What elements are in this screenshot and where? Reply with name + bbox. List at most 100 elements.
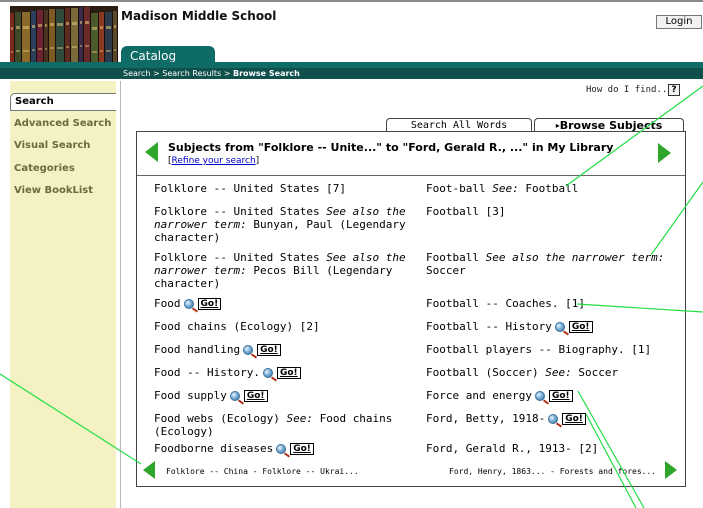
next-page-arrow-icon[interactable] [658,143,671,163]
prev-page-arrow-icon[interactable] [145,142,158,162]
subject-entry[interactable]: Foot-ball See: Football [426,182,578,195]
book-spine [113,11,118,62]
subject-entry-line: Food -- History. Go! [154,366,301,379]
subject-entry-line: character) [154,231,221,244]
subject-entry-line: Ford, Gerald R., 1913- [2] [426,442,599,455]
next-range-arrow-icon[interactable] [665,461,677,479]
prev-range-arrow-icon[interactable] [143,461,155,479]
sidebar-item-categories[interactable]: Categories [14,163,75,174]
library-books-logo-image [10,6,118,62]
subject-entry-line: character) [154,277,221,290]
subject-entry-line: Foodborne diseases Go! [154,442,314,455]
subject-entry-line: Force and energy Go! [426,389,573,402]
subject-entry[interactable]: Football See also the narrower term: Socc… [426,251,664,277]
subject-entry-line: Food webs (Ecology) See: Food chains [154,412,393,425]
book-spine [21,11,31,62]
subject-entry[interactable]: Football players -- Biography. [1] [426,343,651,356]
subject-entry-line: Foot-ball See: Football [426,182,579,195]
subject-entry[interactable]: Football -- Coaches. [1] [426,297,585,310]
subject-entry[interactable]: Football -- History Go! [426,320,593,333]
go-button[interactable]: Go! [243,344,281,356]
subject-entry[interactable]: Folklore -- United States See also the na… [154,251,406,290]
sidebar-item-view-booklist[interactable]: View BookList [14,185,93,196]
subject-entry-line: Food supply Go! [154,389,268,402]
subject-entry-line: Folklore -- United States See also the [154,251,406,264]
go-button[interactable]: Go! [183,298,222,310]
subject-entry-line: Folklore -- United States [7] [154,182,347,195]
top-border-line [0,0,703,2]
subject-entry-line: Soccer [426,264,466,277]
sidebar-item-advanced-search[interactable]: Advanced Search [14,118,111,129]
go-button[interactable]: Go! [276,443,314,455]
go-button[interactable]: Go! [262,367,301,379]
breadcrumb: Search > Search Results > Browse Search [0,68,703,79]
go-button[interactable]: Go! [554,321,593,333]
subject-entry[interactable]: Force and energy Go! [426,389,573,402]
subject-entry[interactable]: Food -- History. Go! [154,366,301,379]
subject-entry[interactable]: Food supply Go! [154,389,268,402]
subject-entry-line: Football [3] [426,205,506,218]
refine-bracket-close: ] [255,156,260,166]
tab-search-all-words[interactable]: Search All Words [386,118,532,132]
subject-entry[interactable]: Football (Soccer) See: Soccer [426,366,618,379]
subject-entry[interactable]: Food handling Go! [154,343,281,356]
book-spine [90,12,100,62]
book-spine [36,10,45,62]
subject-entry[interactable]: Food chains (Ecology) [2] [154,320,320,333]
content-divider-line [120,81,121,508]
go-label: Go! [197,298,222,310]
go-label: Go! [257,344,281,356]
globe-search-icon [548,414,559,424]
subject-entry-line: Food Go! [154,297,222,310]
book-spine [83,6,91,62]
prev-range-link[interactable]: Folklore -- China - Folklore -- Ukrai... [166,467,359,476]
breadcrumb-current: Browse Search [232,69,300,78]
how-do-i-find-link[interactable]: How do I find... [586,85,673,95]
sidebar-item-search[interactable]: Search [10,93,116,111]
go-label: Go! [562,413,586,425]
subject-entry-line: Football -- History Go! [426,320,593,333]
subject-entry-line: Folklore -- United States See also the [154,205,406,218]
subject-entry[interactable]: Ford, Gerald R., 1913- [2] [426,442,598,455]
go-label: Go! [568,321,593,333]
login-button[interactable]: Login [656,15,702,29]
tab-browse-subjects[interactable]: ▸Browse Subjects [534,118,684,132]
subject-entry-line: narrower term: Pecos Bill (Legendary [154,264,393,277]
help-question-icon[interactable]: ? [668,84,680,96]
subject-entry[interactable]: Folklore -- United States See also the na… [154,205,406,244]
subject-entry[interactable]: Foodborne diseases Go! [154,442,314,455]
globe-search-icon [229,391,240,401]
subject-entry[interactable]: Football [3] [426,205,505,218]
book-spine [49,9,57,62]
go-button[interactable]: Go! [534,390,573,402]
globe-search-icon [534,391,545,401]
go-label: Go! [548,390,573,402]
subject-entry-line: narrower term: Bunyan, Paul (Legendary [154,218,406,231]
subject-entry-line: Football players -- Biography. [1] [426,343,652,356]
subject-entry-line: Football (Soccer) See: Soccer [426,366,619,379]
panel-title: Subjects from "Folklore -- Unite..." to … [168,141,614,154]
go-label: Go! [276,367,301,379]
next-range-link[interactable]: Ford, Henry, 1863... - Forests and fores… [449,467,656,476]
subject-entry-line: Ford, Betty, 1918- Go! [426,412,586,425]
breadcrumb-path[interactable]: Search > Search Results > [123,69,233,78]
globe-search-icon [262,368,273,378]
go-button[interactable]: Go! [229,390,268,402]
subject-entry-line: Football -- Coaches. [1] [426,297,585,310]
go-button[interactable]: Go! [548,413,586,425]
subject-entry-line: Football See also the narrower term: [426,251,665,264]
subject-entry[interactable]: Folklore -- United States [7] [154,182,346,195]
sidebar-item-visual-search[interactable]: Visual Search [14,140,90,151]
globe-search-icon [183,299,194,309]
globe-search-icon [243,345,254,355]
results-panel: Subjects from "Folklore -- Unite..." to … [136,131,686,487]
subject-entry[interactable]: Ford, Betty, 1918- Go! [426,412,586,425]
globe-search-icon [554,322,565,332]
subject-entry[interactable]: Food Go! [154,297,222,310]
school-name: Madison Middle School [121,9,277,23]
book-spine [14,12,22,62]
refine-search-link[interactable]: Refine your search [172,156,256,166]
globe-search-icon [276,444,287,454]
panel-divider [137,175,685,176]
subject-entry[interactable]: Food webs (Ecology) See: Food chains (Eco… [154,412,392,438]
